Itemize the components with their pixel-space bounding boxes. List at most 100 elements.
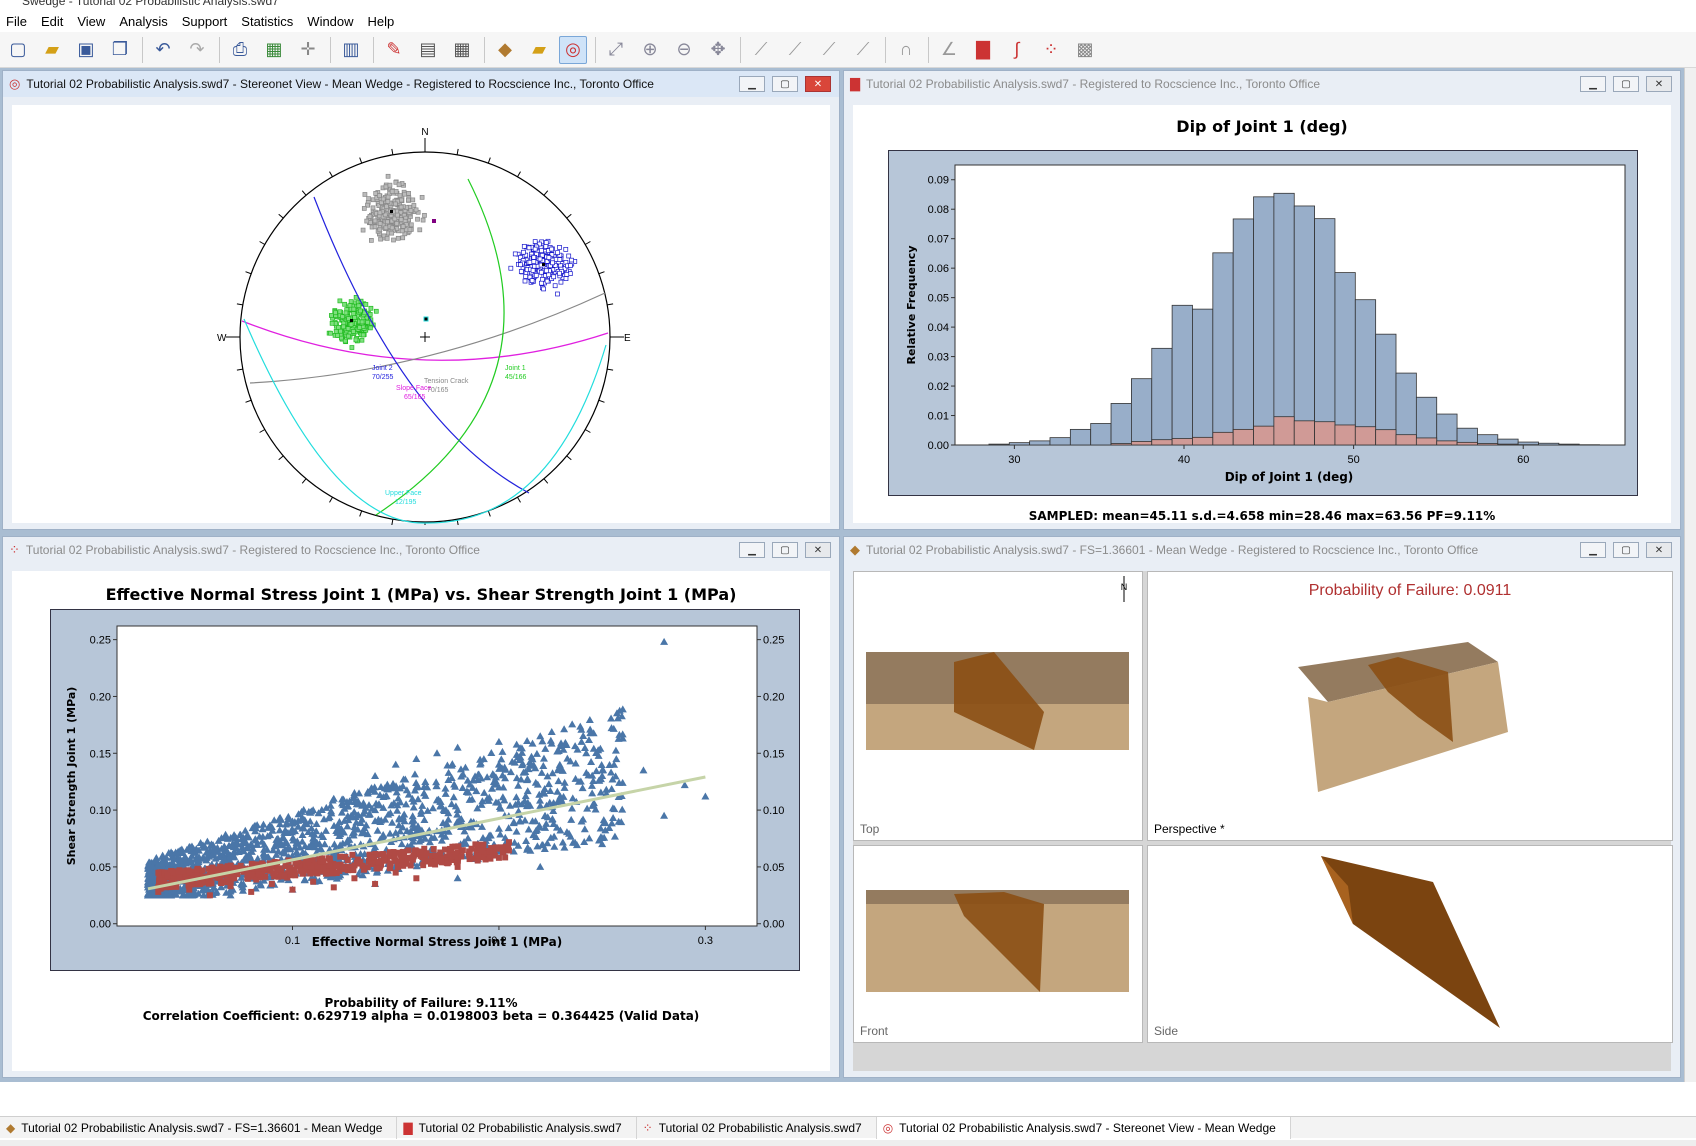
menu-analysis[interactable]: Analysis: [119, 14, 167, 29]
minimize-button[interactable]: ▁: [1580, 76, 1606, 92]
pan-icon[interactable]: ✥: [704, 36, 732, 64]
scatter-canvas[interactable]: Effective Normal Stress Joint 1 (MPa) vs…: [12, 571, 830, 1071]
grid-icon[interactable]: ▦: [260, 36, 288, 64]
tool-a-icon[interactable]: ⟋: [747, 36, 775, 64]
joint-2-pole: [518, 262, 523, 268]
joint-1-pole: [368, 325, 373, 331]
histogram-frame: 0.00 0.01 0.02 0.03 0.04 0.05 0.06 0.07 0.08 0.09…: [888, 150, 1638, 496]
histogram-canvas[interactable]: Dip of Joint 1 (deg) 0.00 0.01 0.02 0.03 0.0…: [853, 105, 1671, 523]
menu-support[interactable]: Support: [182, 14, 228, 29]
menu-window[interactable]: Window: [307, 14, 353, 29]
scatter-point-failed: [255, 871, 262, 878]
front-view-pane[interactable]: Front: [853, 845, 1143, 1043]
histogram-window-caption[interactable]: ▇ Tutorial 02 Probabilistic Analysis.swd…: [844, 71, 1680, 97]
stereonet-icon[interactable]: ◎: [559, 35, 587, 64]
stereonet-window-caption[interactable]: ◎ Tutorial 02 Probabilistic Analysis.swd…: [3, 71, 839, 97]
joint-1-pole: [373, 308, 379, 314]
tool-c-icon[interactable]: ⟋: [815, 36, 843, 64]
add-icon[interactable]: ✛: [294, 36, 322, 64]
close-button[interactable]: ✕: [1646, 542, 1672, 558]
scatter-icon[interactable]: ⁘: [1037, 36, 1065, 64]
histogram-bar: [1314, 218, 1336, 446]
print-icon[interactable]: ⎙: [226, 36, 254, 64]
task-scatter-window[interactable]: ⁘ Tutorial 02 Probabilistic Analysis.swd7: [637, 1116, 877, 1139]
workspace-scrollbar[interactable]: [1684, 68, 1696, 1082]
histogram-failed-bar: [1456, 441, 1478, 446]
menu-file[interactable]: File: [6, 14, 27, 29]
minimize-button[interactable]: ▁: [739, 76, 765, 92]
histogram-window[interactable]: ▇ Tutorial 02 Probabilistic Analysis.swd…: [843, 70, 1681, 530]
stereonet-window[interactable]: ◎ Tutorial 02 Probabilistic Analysis.swd…: [2, 70, 840, 552]
tool-d-icon[interactable]: ⟋: [849, 36, 877, 64]
joint-1-pole: [333, 310, 338, 316]
scatter-x-label: Effective Normal Stress Joint 1 (MPa): [312, 935, 562, 949]
histogram-failed-bar: [1375, 429, 1397, 446]
pen-icon[interactable]: ✎: [380, 36, 408, 64]
tool-b-icon[interactable]: ⟋: [781, 36, 809, 64]
stereonet-tick: [359, 157, 363, 164]
wedge-views[interactable]: N Top Probability of Failure: 0.0911 Per…: [853, 571, 1673, 1071]
stereonet-canvas[interactable]: N S E W Joint 2 70/255 Joint 1 45/166 Te…: [12, 105, 830, 552]
stereonet-tick: [566, 213, 572, 219]
scatter-point-failed: [299, 870, 306, 877]
copy-icon[interactable]: ❐: [106, 36, 134, 64]
redo-icon[interactable]: ↷: [183, 36, 211, 64]
wedge-window-caption[interactable]: ◆ Tutorial 02 Probabilistic Analysis.swd…: [844, 537, 1680, 563]
folder-icon[interactable]: ▰: [525, 36, 553, 64]
menu-statistics[interactable]: Statistics: [241, 14, 293, 29]
cumulative-icon[interactable]: ∫: [1003, 36, 1031, 64]
new-file-icon[interactable]: ▢: [4, 36, 32, 64]
tension-crack-pole: [395, 212, 400, 218]
window-taskbar: ◆ Tutorial 02 Probabilistic Analysis.swd7…: [0, 1116, 1696, 1139]
joint-1-pole: [341, 324, 346, 330]
task-wedge-window[interactable]: ◆ Tutorial 02 Probabilistic Analysis.swd7…: [0, 1116, 398, 1139]
close-button[interactable]: ✕: [805, 76, 831, 92]
menu-help[interactable]: Help: [368, 14, 395, 29]
tension-crack-pole: [366, 196, 372, 201]
maximize-button[interactable]: ▢: [772, 542, 798, 558]
menu-view[interactable]: View: [77, 14, 105, 29]
scatter-point-failed: [430, 846, 437, 853]
stereonet-tick: [517, 171, 521, 178]
perspective-view-label: Perspective *: [1154, 822, 1225, 836]
close-button[interactable]: ✕: [805, 542, 831, 558]
histogram-icon[interactable]: ▇: [969, 36, 997, 64]
undo-icon[interactable]: ↶: [149, 36, 177, 64]
excel-icon[interactable]: ▩: [1071, 36, 1099, 64]
maximize-button[interactable]: ▢: [772, 76, 798, 92]
minimize-button[interactable]: ▁: [739, 542, 765, 558]
task-histogram-window[interactable]: ▇ Tutorial 02 Probabilistic Analysis.swd7: [397, 1116, 637, 1139]
save-icon[interactable]: ▣: [72, 36, 100, 64]
menu-edit[interactable]: Edit: [41, 14, 63, 29]
pole-clusters: [326, 173, 578, 350]
close-button[interactable]: ✕: [1646, 76, 1672, 92]
tension-crack-pole: [410, 197, 416, 203]
wedge-icon[interactable]: ◆: [491, 36, 519, 64]
wedge-3d-window[interactable]: ◆ Tutorial 02 Probabilistic Analysis.swd…: [843, 536, 1681, 1078]
joint-2-pole: [533, 273, 539, 278]
zoom-out-icon[interactable]: ⊖: [670, 36, 698, 64]
app-title-bar: Swedge - Tutorial 02 Probabilistic Analy…: [0, 0, 1696, 8]
tension-crack-pole: [396, 182, 402, 188]
joint-1-pole: [329, 320, 335, 326]
maximize-button[interactable]: ▢: [1613, 542, 1639, 558]
scatter-window-caption[interactable]: ⁘ Tutorial 02 Probabilistic Analysis.swd…: [3, 537, 839, 563]
task-stereonet-window[interactable]: ◎ Tutorial 02 Probabilistic Analysis.swd7…: [876, 1116, 1291, 1139]
minimize-button[interactable]: ▁: [1580, 542, 1606, 558]
perspective-view-pane[interactable]: Probability of Failure: 0.0911 Perspecti…: [1147, 571, 1673, 841]
histogram-failed-bar: [1436, 440, 1458, 446]
panel-icon[interactable]: ▥: [337, 36, 365, 64]
maximize-button[interactable]: ▢: [1613, 76, 1639, 92]
calculator-icon[interactable]: ▦: [448, 36, 476, 64]
open-folder-icon[interactable]: ▰: [38, 36, 66, 64]
axes-icon[interactable]: ∠: [935, 36, 963, 64]
side-view-pane[interactable]: Side: [1147, 845, 1673, 1043]
sheet-icon[interactable]: ▤: [414, 36, 442, 64]
top-view-pane[interactable]: N Top: [853, 571, 1143, 841]
histogram-bar: [1273, 192, 1295, 446]
zoom-in-icon[interactable]: ⊕: [636, 36, 664, 64]
magnet-icon[interactable]: ∩: [892, 36, 920, 64]
scatter-window[interactable]: ⁘ Tutorial 02 Probabilistic Analysis.swd…: [2, 536, 840, 1078]
joint-2-pole: [552, 283, 558, 289]
fit-icon[interactable]: ⤢: [602, 36, 630, 64]
